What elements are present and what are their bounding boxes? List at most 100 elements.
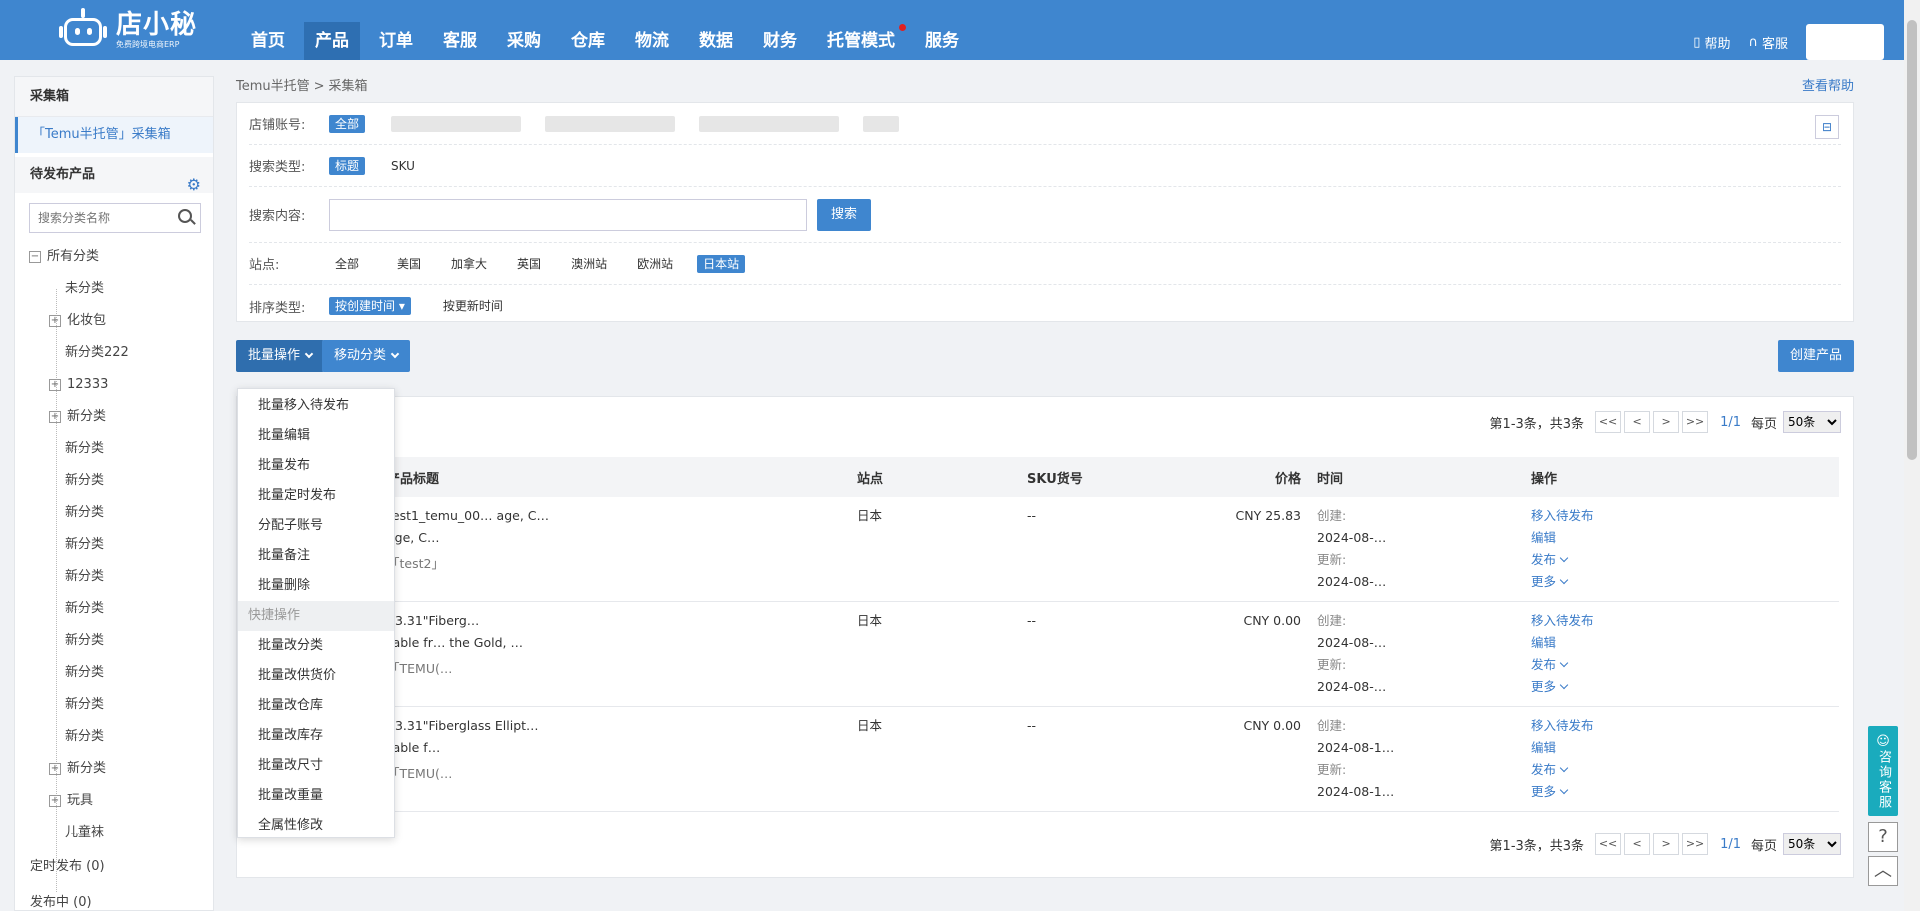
batch-menu-item[interactable]: 分配子账号 xyxy=(238,511,394,541)
batch-menu-item[interactable]: 批量备注 xyxy=(238,541,394,571)
site-jp[interactable]: 日本站 xyxy=(697,254,746,273)
shop-option[interactable] xyxy=(699,115,840,132)
sidebar-scheduled[interactable]: 定时发布 (0) xyxy=(15,849,213,885)
sidebar-pending[interactable]: 待发布产品 ⚙ xyxy=(15,157,213,194)
publish-dropdown[interactable]: 发布 xyxy=(1531,549,1831,571)
tree-item[interactable]: 新分类 xyxy=(29,689,213,721)
edit-link[interactable]: 编辑 xyxy=(1531,632,1831,654)
product-title[interactable]: 43.31"Fiberglass Ellipt… xyxy=(387,715,841,737)
tree-item[interactable]: 新分类 xyxy=(29,721,213,753)
category-search-input[interactable] xyxy=(30,204,170,232)
nav-home[interactable]: 首页 xyxy=(240,22,296,60)
pager-next[interactable]: > xyxy=(1653,411,1680,433)
sort-created[interactable]: 按创建时间 ▾ xyxy=(329,297,411,315)
brand-logo[interactable]: 店小秘 免费跨境电商ERP xyxy=(58,8,197,52)
more-dropdown[interactable]: 更多 xyxy=(1531,676,1831,698)
sidebar-item-temu-box[interactable]: 「Temu半托管」采集箱(2107) xyxy=(15,117,213,178)
shop-option[interactable] xyxy=(391,115,522,132)
tree-item[interactable]: + 化妆包 xyxy=(29,305,213,337)
expand-icon[interactable]: + xyxy=(49,315,61,327)
collapse-filter-icon[interactable]: ⊟ xyxy=(1815,115,1839,139)
tree-item[interactable]: 新分类 xyxy=(29,625,213,657)
nav-purchase[interactable]: 采购 xyxy=(496,22,552,60)
shop-option[interactable] xyxy=(545,115,676,132)
expand-icon[interactable]: + xyxy=(49,411,61,423)
batch-menu-item[interactable]: 批量改供货价 xyxy=(238,661,394,691)
tree-item[interactable]: +12333 xyxy=(29,369,213,401)
search-type-title[interactable]: 标题 xyxy=(329,156,366,175)
pager-next[interactable]: > xyxy=(1653,833,1680,855)
user-menu[interactable] xyxy=(1806,24,1884,60)
move-to-pending-link[interactable]: 移入待发布 xyxy=(1531,610,1831,632)
scrollbar-thumb[interactable] xyxy=(1907,20,1917,460)
tree-root[interactable]: − 所有分类 xyxy=(29,241,213,273)
more-dropdown[interactable]: 更多 xyxy=(1531,781,1831,803)
edit-link[interactable]: 编辑 xyxy=(1531,737,1831,759)
collapse-icon[interactable]: − xyxy=(29,251,41,263)
expand-icon[interactable]: + xyxy=(49,795,61,807)
pager-prev[interactable]: < xyxy=(1624,833,1651,855)
batch-menu-item[interactable]: 批量改重量 xyxy=(238,781,394,811)
tree-item[interactable]: 新分类 xyxy=(29,657,213,689)
sidebar-publishing[interactable]: 发布中 (0) xyxy=(15,885,213,911)
nav-services[interactable]: 服务 xyxy=(914,22,970,60)
service-link[interactable]: ∩ 客服 xyxy=(1748,33,1788,52)
nav-logistics[interactable]: 物流 xyxy=(624,22,680,60)
tree-item[interactable]: 新分类 xyxy=(29,465,213,497)
nav-data[interactable]: 数据 xyxy=(688,22,744,60)
site-eu[interactable]: 欧洲站 xyxy=(631,255,679,273)
question-icon[interactable]: ? xyxy=(1868,822,1898,852)
batch-menu-item[interactable]: 批量改仓库 xyxy=(238,691,394,721)
tree-item[interactable]: 未分类 xyxy=(29,273,213,305)
tree-item[interactable]: + 新分类 xyxy=(29,753,213,785)
tree-item[interactable]: 新分类 xyxy=(29,561,213,593)
product-title[interactable]: 43.31"Fiberg… xyxy=(387,610,841,632)
batch-menu-item[interactable]: 批量定时发布 xyxy=(238,481,394,511)
shop-option[interactable] xyxy=(863,115,900,132)
pager-first[interactable]: << xyxy=(1595,833,1622,855)
pager-last[interactable]: >> xyxy=(1682,411,1709,433)
help-link[interactable]: ▯ 帮助 xyxy=(1693,33,1730,52)
tree-item[interactable]: 儿童袜 xyxy=(29,817,213,849)
site-au[interactable]: 澳洲站 xyxy=(565,255,613,273)
consult-service-button[interactable]: ☺ 咨询客服 xyxy=(1868,726,1898,816)
search-button[interactable]: 搜索 xyxy=(817,198,872,231)
breadcrumb-parent[interactable]: Temu半托管 xyxy=(236,79,310,94)
view-help-link[interactable]: 查看帮助 xyxy=(1802,76,1854,98)
search-icon[interactable] xyxy=(178,209,192,223)
tree-item[interactable]: + 新分类 xyxy=(29,401,213,433)
more-dropdown[interactable]: 更多 xyxy=(1531,571,1831,593)
tree-item[interactable]: + 玩具 xyxy=(29,785,213,817)
batch-menu-item[interactable]: 批量删除 xyxy=(238,571,394,601)
nav-finance[interactable]: 财务 xyxy=(752,22,808,60)
tree-item[interactable]: 新分类 xyxy=(29,497,213,529)
batch-operation-button[interactable]: 批量操作 xyxy=(236,340,325,372)
nav-hosted[interactable]: 托管模式 xyxy=(816,22,906,60)
nav-warehouse[interactable]: 仓库 xyxy=(560,22,616,60)
batch-menu-item[interactable]: 批量改库存 xyxy=(238,721,394,751)
gear-icon[interactable]: ⚙ xyxy=(187,167,201,203)
batch-menu-item[interactable]: 全属性修改 xyxy=(238,811,394,841)
search-content-input[interactable] xyxy=(329,198,807,231)
site-uk[interactable]: 英国 xyxy=(511,255,547,273)
back-to-top-icon[interactable]: ︿ xyxy=(1868,856,1898,886)
sort-updated[interactable]: 按更新时间 xyxy=(437,297,509,315)
site-us[interactable]: 美国 xyxy=(391,255,427,273)
search-type-sku[interactable]: SKU xyxy=(391,157,421,175)
batch-menu-item[interactable]: 批量编辑 xyxy=(238,421,394,451)
pager-last[interactable]: >> xyxy=(1682,833,1709,855)
move-to-pending-link[interactable]: 移入待发布 xyxy=(1531,715,1831,737)
batch-menu-item[interactable]: 批量移入待发布 xyxy=(238,391,394,421)
scrollbar[interactable] xyxy=(1904,0,1920,911)
tree-item[interactable]: 新分类 xyxy=(29,593,213,625)
expand-icon[interactable]: + xyxy=(49,763,61,775)
batch-menu-item[interactable]: 批量发布 xyxy=(238,451,394,481)
nav-service[interactable]: 客服 xyxy=(432,22,488,60)
site-ca[interactable]: 加拿大 xyxy=(445,255,493,273)
tree-item[interactable]: 新分类 xyxy=(29,529,213,561)
publish-dropdown[interactable]: 发布 xyxy=(1531,759,1831,781)
expand-icon[interactable]: + xyxy=(49,379,61,391)
edit-link[interactable]: 编辑 xyxy=(1531,527,1831,549)
batch-menu-item[interactable]: 批量改分类 xyxy=(238,631,394,661)
create-product-button[interactable]: 创建产品 xyxy=(1777,340,1854,372)
